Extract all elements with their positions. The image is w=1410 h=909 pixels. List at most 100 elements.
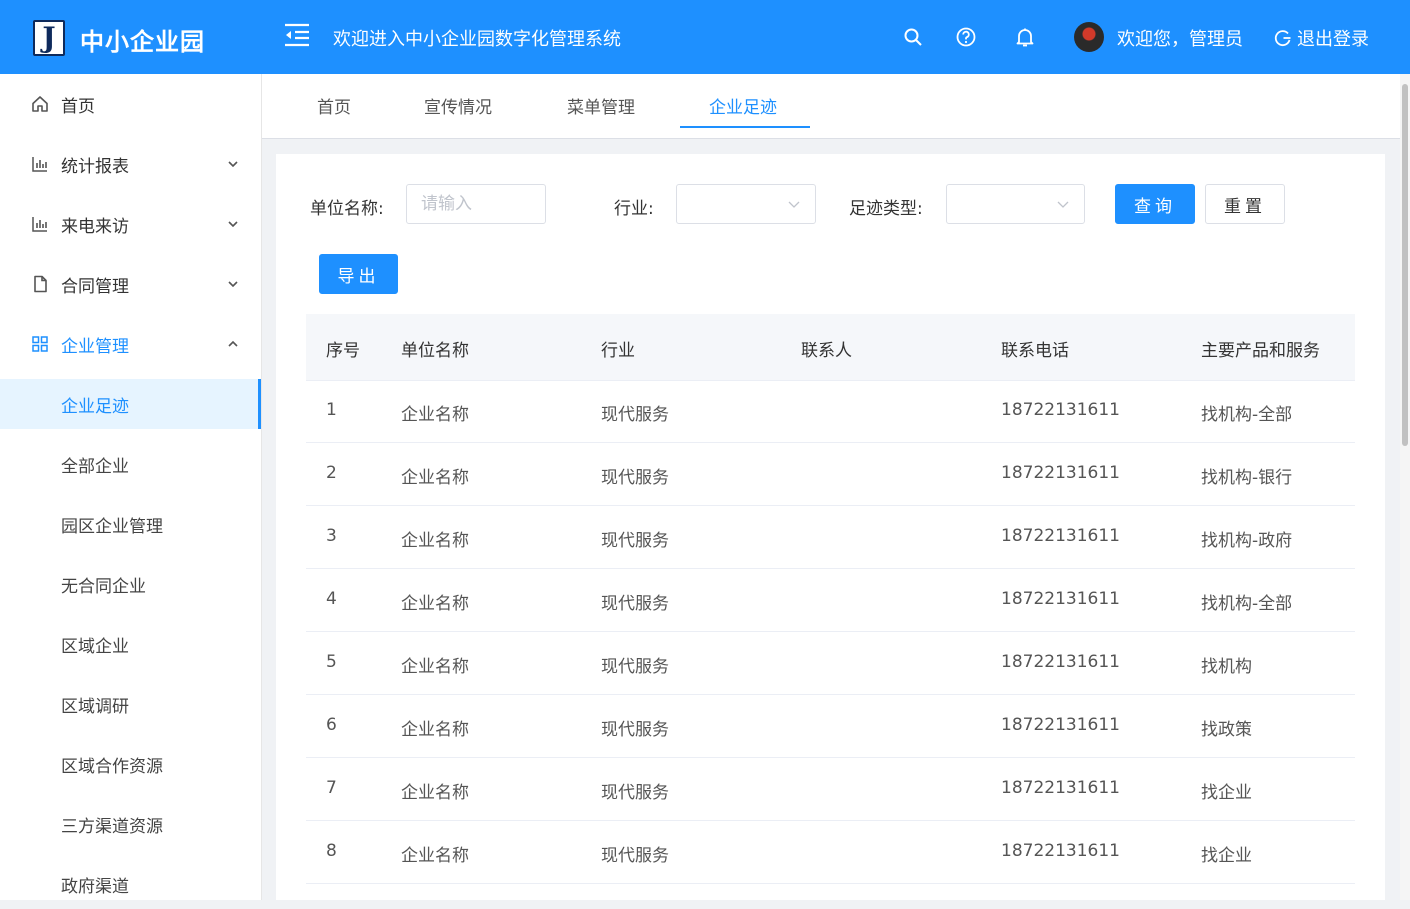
bell-icon[interactable] xyxy=(1014,26,1036,48)
menu-toggle-icon[interactable] xyxy=(283,22,311,48)
sidebar-subitem-label: 政府渠道 xyxy=(61,876,129,897)
cell-products: 找企业 xyxy=(1201,783,1252,803)
cell-industry: 现代服务 xyxy=(601,846,669,866)
cell-industry: 现代服务 xyxy=(601,657,669,677)
cell-products: 找企业 xyxy=(1201,846,1252,866)
help-icon[interactable] xyxy=(955,26,977,48)
chevron-down-icon xyxy=(1057,201,1069,208)
logout-button[interactable]: 退出登录 xyxy=(1273,25,1369,51)
table-row[interactable]: 1 企业名称 现代服务 18722131611 找机构-全部 xyxy=(306,380,1355,443)
avatar[interactable] xyxy=(1074,22,1104,52)
cell-phone: 18722131611 xyxy=(1001,841,1120,861)
table-row[interactable]: 6 企业名称 现代服务 18722131611 找政策 xyxy=(306,695,1355,758)
scrollbar-thumb[interactable] xyxy=(1402,84,1408,446)
logo-letter: J xyxy=(42,21,56,54)
cell-unit-name: 企业名称 xyxy=(401,720,469,740)
logout-label: 退出登录 xyxy=(1297,29,1369,50)
cell-industry: 现代服务 xyxy=(601,720,669,740)
cell-industry: 现代服务 xyxy=(601,594,669,614)
sidebar-subitem-label: 区域企业 xyxy=(61,636,129,657)
chevron-down-icon xyxy=(228,221,238,228)
table-row[interactable]: 4 企业名称 现代服务 18722131611 找机构-全部 xyxy=(306,569,1355,632)
sidebar-item-label: 来电来访 xyxy=(61,216,129,237)
sidebar-item-label: 合同管理 xyxy=(61,276,129,297)
cell-unit-name: 企业名称 xyxy=(401,405,469,425)
table-row[interactable]: 2 企业名称 现代服务 18722131611 找机构-银行 xyxy=(306,443,1355,506)
cell-index: 8 xyxy=(326,841,337,861)
sidebar-subitem-park-enterprise-management[interactable]: 园区企业管理 xyxy=(0,499,261,549)
cell-phone: 18722131611 xyxy=(1001,778,1120,798)
chevron-up-icon xyxy=(228,340,238,347)
search-icon[interactable] xyxy=(902,26,924,48)
industry-select[interactable] xyxy=(676,184,816,224)
sidebar-subitem-label: 园区企业管理 xyxy=(61,516,163,537)
sidebar-subitem-regional-enterprise[interactable]: 区域企业 xyxy=(0,619,261,669)
sidebar-item-label: 首页 xyxy=(61,96,95,117)
sidebar-subitem-label: 企业足迹 xyxy=(61,396,129,417)
home-icon xyxy=(32,96,48,112)
cell-unit-name: 企业名称 xyxy=(401,846,469,866)
cell-products: 找机构 xyxy=(1201,657,1252,677)
cell-phone: 18722131611 xyxy=(1001,526,1120,546)
cell-products: 找机构-政府 xyxy=(1201,531,1293,551)
cell-products: 找机构-全部 xyxy=(1201,594,1293,614)
sidebar-item-label: 统计报表 xyxy=(61,156,129,177)
cell-index: 1 xyxy=(326,400,337,420)
tab-enterprise-footprint[interactable]: 企业足迹 xyxy=(709,93,777,118)
header-title: 欢迎进入中小企业园数字化管理系统 xyxy=(333,29,621,50)
industry-label: 行业: xyxy=(614,199,654,219)
welcome-text: 欢迎您，管理员 xyxy=(1117,29,1243,50)
document-icon xyxy=(34,275,47,293)
sidebar-item-contracts[interactable]: 合同管理 xyxy=(0,259,261,309)
tab-publicity[interactable]: 宣传情况 xyxy=(424,93,492,118)
chevron-down-icon xyxy=(788,201,800,208)
column-header-phone: 联系电话 xyxy=(1001,341,1069,361)
cell-phone: 18722131611 xyxy=(1001,652,1120,672)
cell-products: 找政策 xyxy=(1201,720,1252,740)
cell-index: 2 xyxy=(326,463,337,483)
active-tab-indicator xyxy=(680,126,810,128)
cell-index: 4 xyxy=(326,589,337,609)
column-header-unit-name: 单位名称 xyxy=(401,341,469,361)
tab-menu-management[interactable]: 菜单管理 xyxy=(567,93,635,118)
table-row[interactable]: 5 企业名称 现代服务 18722131611 找机构 xyxy=(306,632,1355,695)
unit-name-input[interactable] xyxy=(406,184,546,224)
sidebar-item-stats-report[interactable]: 统计报表 xyxy=(0,139,261,189)
unit-name-label: 单位名称: xyxy=(310,199,384,219)
logout-icon xyxy=(1274,30,1291,47)
sidebar-subitem-third-party-channels[interactable]: 三方渠道资源 xyxy=(0,799,261,849)
cell-phone: 18722131611 xyxy=(1001,400,1120,420)
sidebar-item-calls-visits[interactable]: 来电来访 xyxy=(0,199,261,249)
sidebar-subitem-regional-research[interactable]: 区域调研 xyxy=(0,679,261,729)
sidebar-subitem-all-enterprises[interactable]: 全部企业 xyxy=(0,439,261,489)
cell-phone: 18722131611 xyxy=(1001,715,1120,735)
chevron-down-icon xyxy=(228,281,238,288)
sidebar-subitem-label: 区域调研 xyxy=(61,696,129,717)
cell-industry: 现代服务 xyxy=(601,468,669,488)
footprint-type-select[interactable] xyxy=(946,184,1085,224)
sidebar-subitem-enterprise-footprint[interactable]: 企业足迹 xyxy=(0,379,261,429)
sidebar-item-home[interactable]: 首页 xyxy=(0,79,261,129)
export-button[interactable]: 导出 xyxy=(319,254,398,294)
table-row[interactable]: 3 企业名称 现代服务 18722131611 找机构-政府 xyxy=(306,506,1355,569)
tab-bar: 首页 宣传情况 菜单管理 企业足迹 xyxy=(262,74,1400,139)
tab-home[interactable]: 首页 xyxy=(317,93,351,118)
cell-phone: 18722131611 xyxy=(1001,589,1120,609)
sidebar-subitem-government-channels[interactable]: 政府渠道 xyxy=(0,859,261,909)
query-button[interactable]: 查询 xyxy=(1115,184,1195,224)
column-header-industry: 行业 xyxy=(601,341,635,361)
sidebar-item-enterprise[interactable]: 企业管理 xyxy=(0,319,261,369)
sidebar-subitem-regional-cooperation-resources[interactable]: 区域合作资源 xyxy=(0,739,261,789)
bar-chart-icon xyxy=(32,157,47,172)
cell-unit-name: 企业名称 xyxy=(401,783,469,803)
table-row[interactable]: 8 企业名称 现代服务 18722131611 找企业 xyxy=(306,821,1355,884)
cell-industry: 现代服务 xyxy=(601,783,669,803)
column-header-products: 主要产品和服务 xyxy=(1201,341,1320,361)
reset-button[interactable]: 重置 xyxy=(1205,184,1285,224)
cell-phone: 18722131611 xyxy=(1001,463,1120,483)
table-row[interactable]: 7 企业名称 现代服务 18722131611 找企业 xyxy=(306,758,1355,821)
column-header-contact: 联系人 xyxy=(801,341,852,361)
cell-industry: 现代服务 xyxy=(601,405,669,425)
cell-index: 7 xyxy=(326,778,337,798)
sidebar-subitem-no-contract-enterprise[interactable]: 无合同企业 xyxy=(0,559,261,609)
